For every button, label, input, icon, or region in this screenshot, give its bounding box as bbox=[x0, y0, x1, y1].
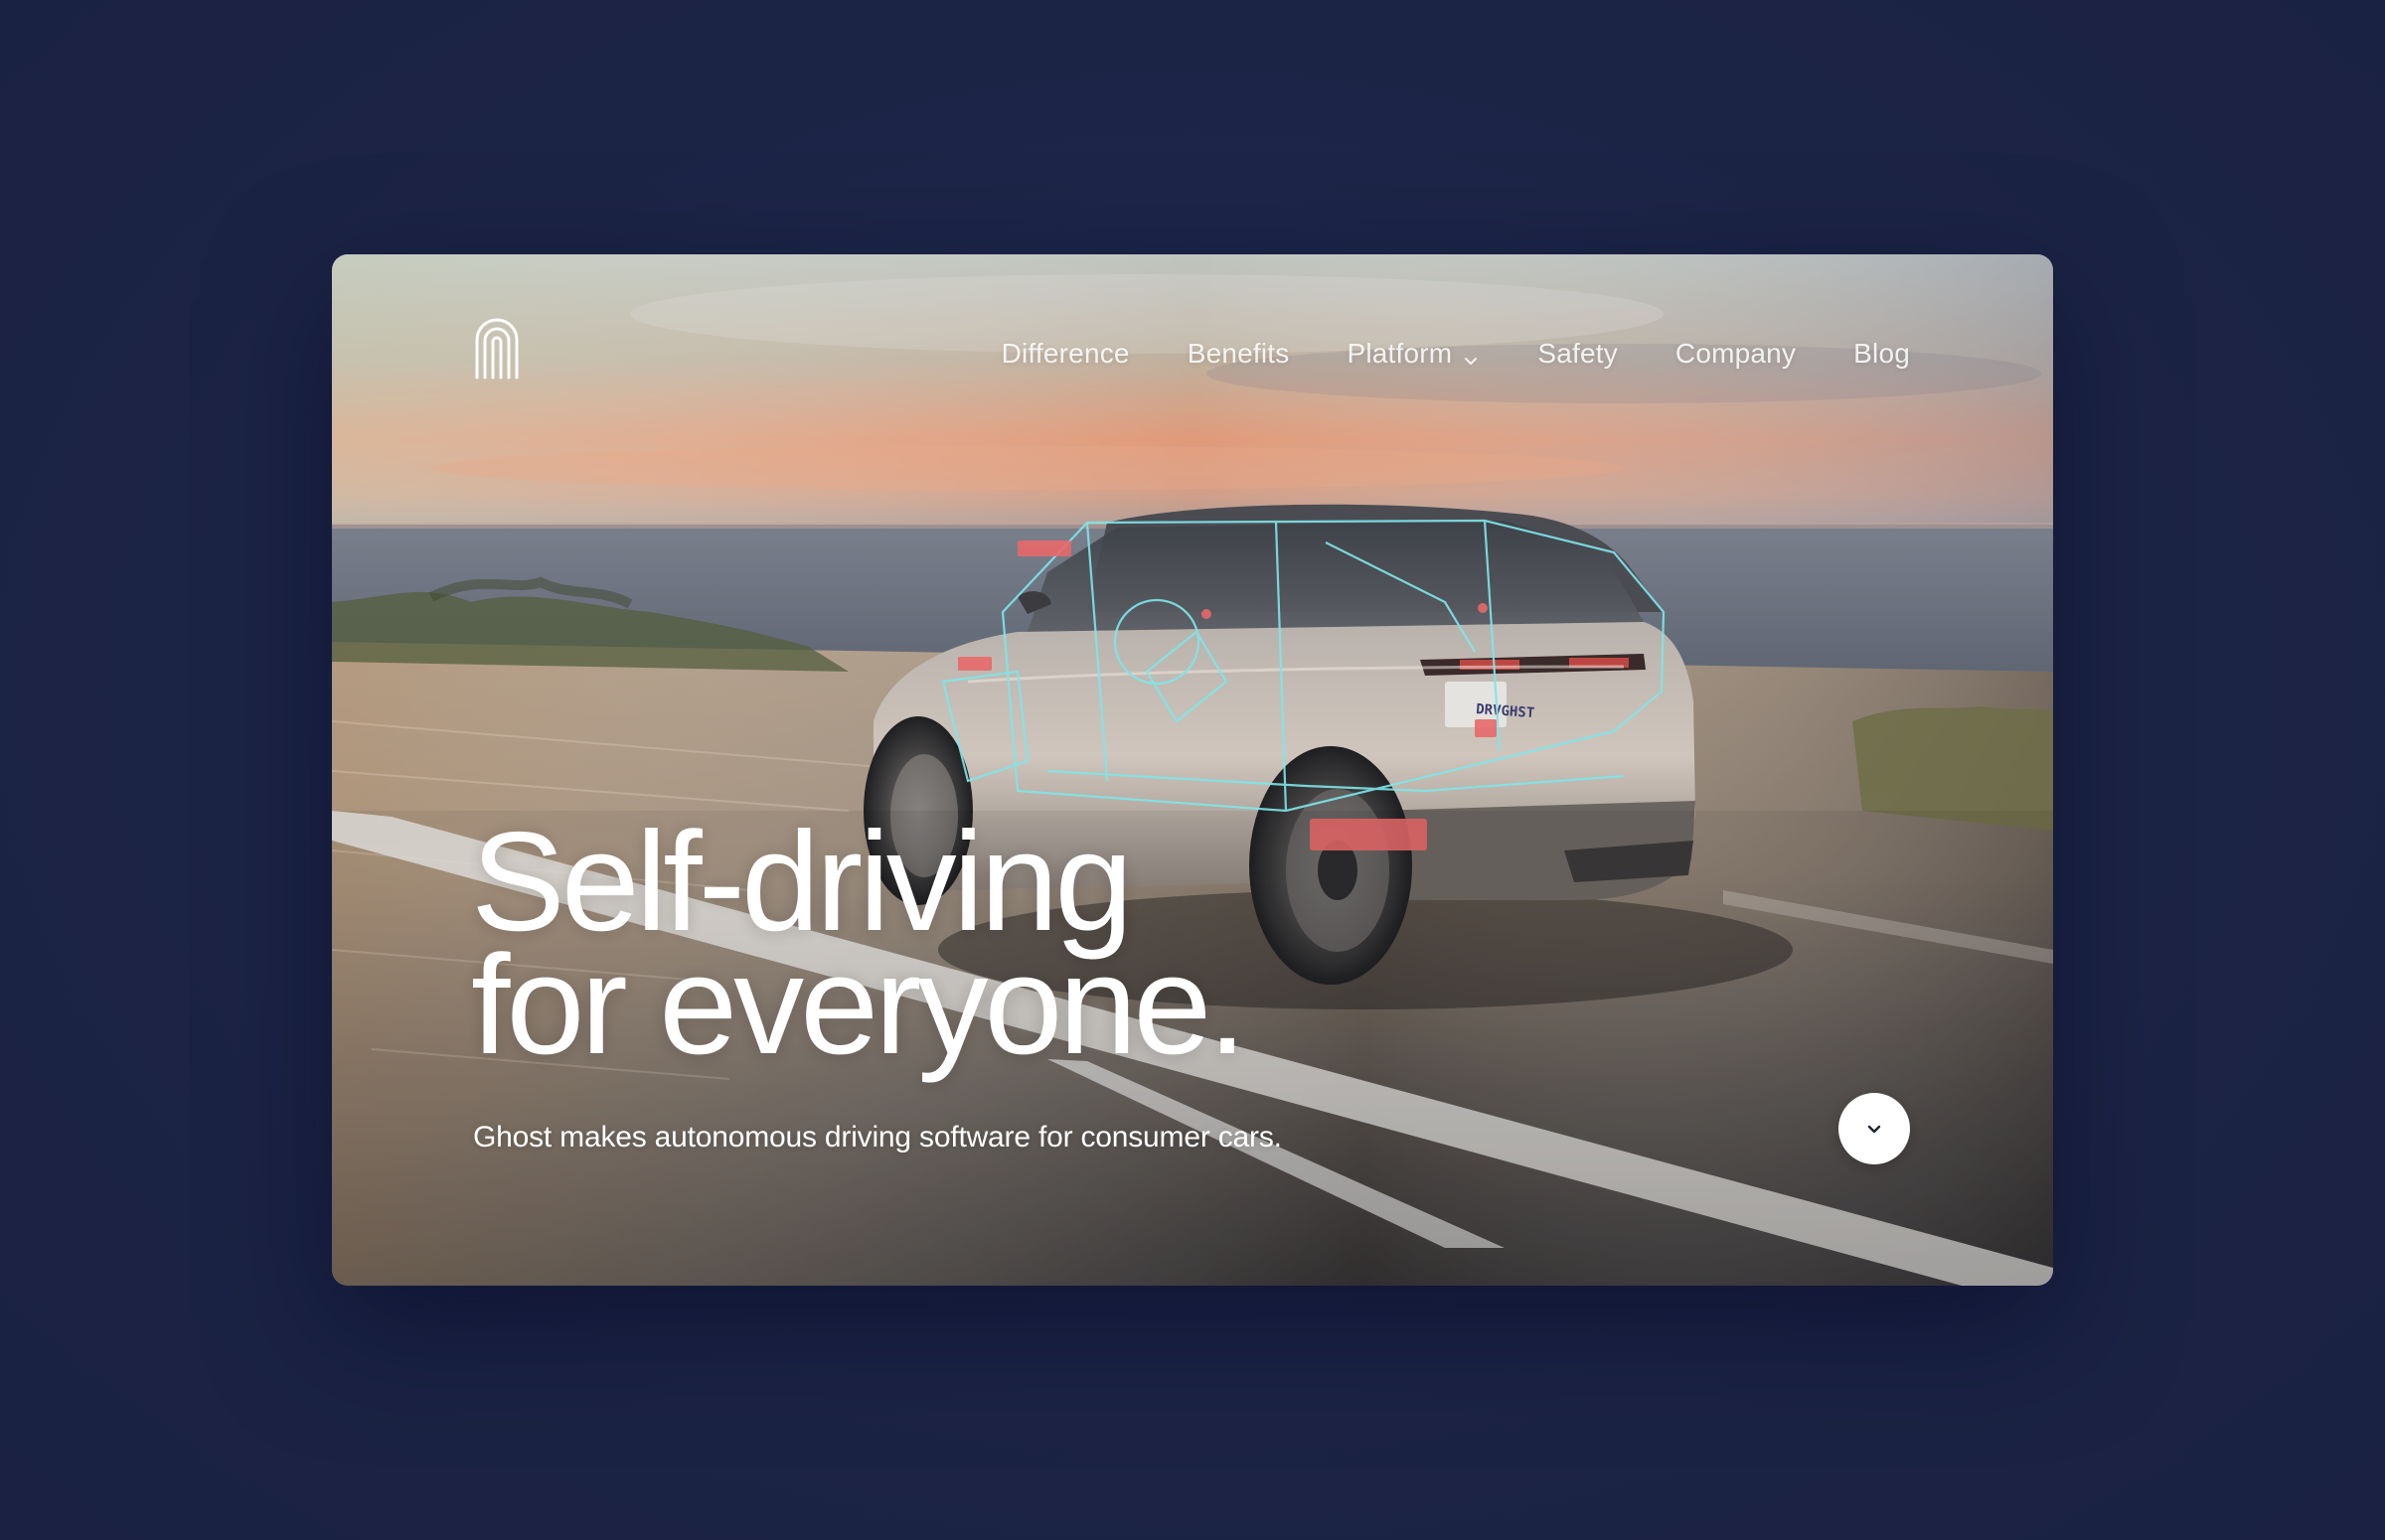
nav-platform-dropdown[interactable]: Platform bbox=[1347, 338, 1480, 370]
nav-company-label: Company bbox=[1674, 338, 1797, 369]
top-navigation: Difference Benefits Platform Safety Comp… bbox=[332, 254, 2053, 393]
nav-benefits[interactable]: Benefits bbox=[1188, 338, 1290, 370]
nav-links: Difference Benefits Platform Safety Comp… bbox=[1002, 338, 1910, 370]
nav-platform-label: Platform bbox=[1347, 338, 1453, 369]
hero-card: DRVGHST Difference Benefits Platform Saf… bbox=[332, 254, 2053, 1286]
nav-difference[interactable]: Difference bbox=[1002, 338, 1130, 370]
nav-safety[interactable]: Safety bbox=[1537, 338, 1618, 370]
nav-benefits-label: Benefits bbox=[1187, 338, 1290, 369]
hero-title-line-2: for everyone. bbox=[471, 926, 1247, 1084]
nav-safety-label: Safety bbox=[1537, 338, 1618, 369]
hero-subtitle: Ghost makes autonomous driving software … bbox=[473, 1121, 1282, 1154]
ghost-arch-logo-icon[interactable] bbox=[473, 316, 521, 380]
nav-difference-label: Difference bbox=[1001, 338, 1130, 369]
chevron-down-icon bbox=[1462, 345, 1480, 365]
chevron-down-icon bbox=[1867, 1125, 1881, 1134]
scroll-down-button[interactable] bbox=[1838, 1093, 1910, 1164]
nav-company[interactable]: Company bbox=[1675, 338, 1796, 370]
hero-title: Self-driving for everyone. bbox=[471, 812, 1247, 1084]
nav-blog[interactable]: Blog bbox=[1853, 338, 1910, 370]
nav-blog-label: Blog bbox=[1853, 338, 1910, 369]
